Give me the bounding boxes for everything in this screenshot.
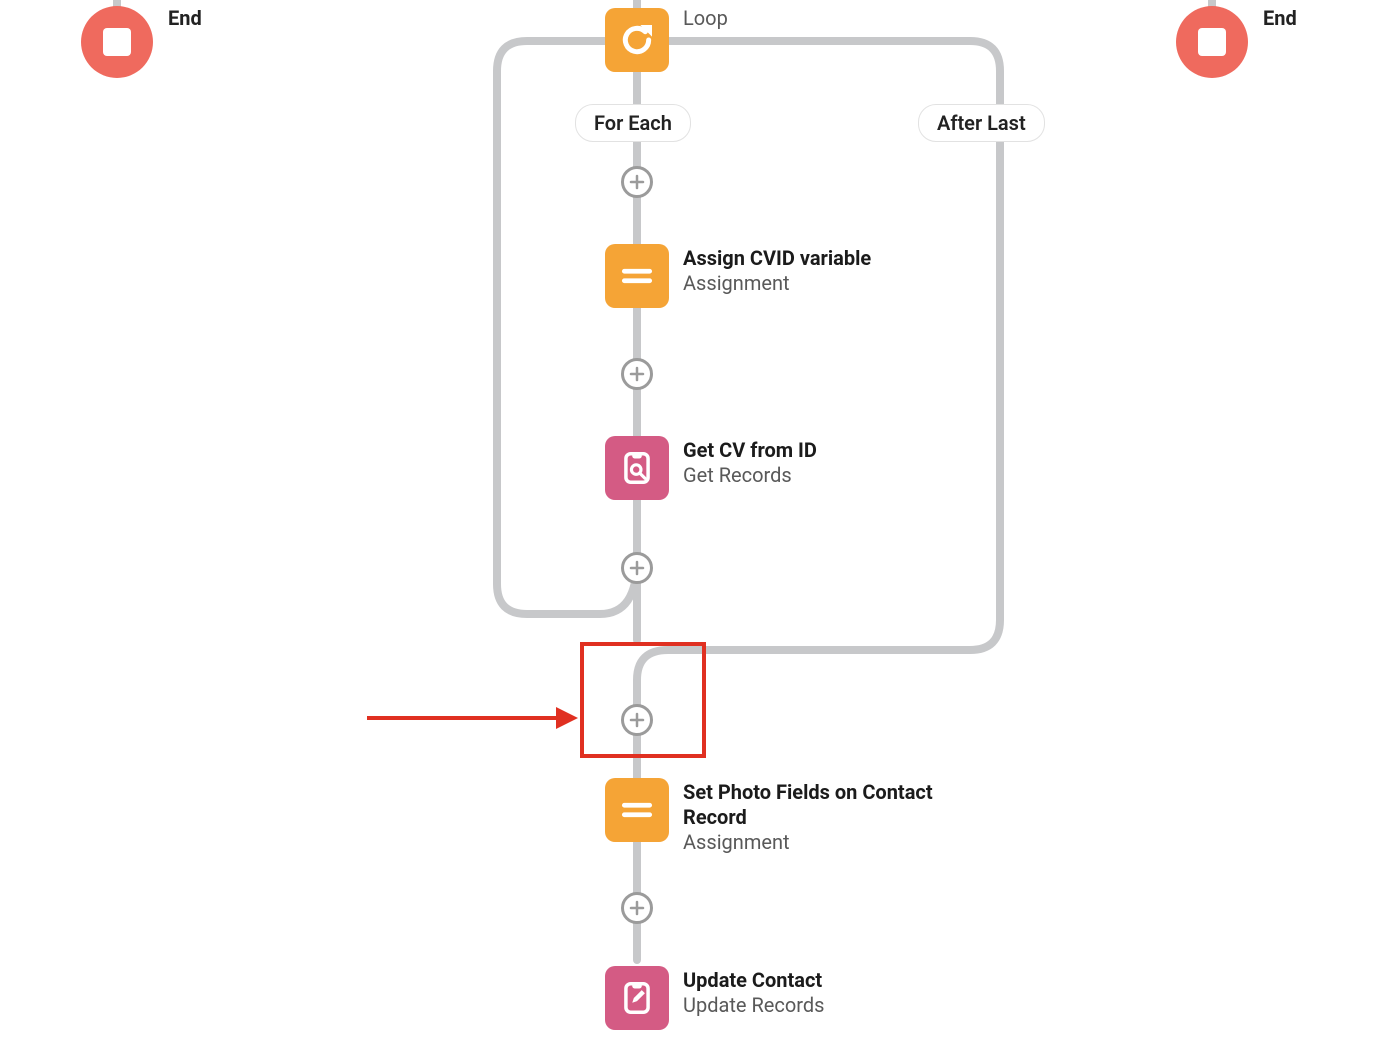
- loop-after-last-label: After Last: [918, 104, 1045, 142]
- add-element-button-highlighted[interactable]: [621, 704, 653, 736]
- end-node-left-label: End: [168, 6, 202, 30]
- set-photo-title: Set Photo Fields on Contact Record: [683, 780, 973, 830]
- connector-lines: [0, 0, 1390, 1062]
- assignment-icon: [605, 778, 669, 842]
- add-element-button[interactable]: [621, 358, 653, 390]
- add-element-button[interactable]: [621, 552, 653, 584]
- update-contact-element[interactable]: Update Contact Update Records: [605, 966, 669, 1030]
- stop-icon: [81, 6, 153, 78]
- end-node-right-label: End: [1263, 6, 1297, 30]
- get-records-icon: [605, 436, 669, 500]
- loop-element[interactable]: Loop: [605, 8, 669, 72]
- end-node-right[interactable]: [1176, 6, 1248, 78]
- get-cv-title: Get CV from ID: [683, 438, 943, 463]
- add-element-button[interactable]: [621, 166, 653, 198]
- assign-cvid-title: Assign CVID variable: [683, 246, 943, 271]
- assignment-icon: [605, 244, 669, 308]
- stop-icon: [1176, 6, 1248, 78]
- set-photo-subtitle: Assignment: [683, 830, 973, 854]
- update-records-icon: [605, 966, 669, 1030]
- set-photo-fields-element[interactable]: Set Photo Fields on Contact Record Assig…: [605, 778, 669, 842]
- flow-canvas[interactable]: End End Loop For Each After Last Assign …: [0, 0, 1390, 1062]
- end-node-left[interactable]: [81, 6, 153, 78]
- loop-icon: [605, 8, 669, 72]
- assign-cvid-subtitle: Assignment: [683, 271, 943, 295]
- loop-subtitle: Loop: [683, 6, 943, 30]
- update-contact-title: Update Contact: [683, 968, 943, 993]
- update-contact-subtitle: Update Records: [683, 993, 943, 1017]
- get-cv-subtitle: Get Records: [683, 463, 943, 487]
- annotation-arrow-head-icon: [556, 707, 578, 729]
- get-cv-element[interactable]: Get CV from ID Get Records: [605, 436, 669, 500]
- assign-cvid-element[interactable]: Assign CVID variable Assignment: [605, 244, 669, 308]
- loop-for-each-label: For Each: [575, 104, 691, 142]
- annotation-highlight-rect: [580, 642, 706, 758]
- add-element-button[interactable]: [621, 892, 653, 924]
- annotation-arrow-line: [367, 716, 557, 720]
